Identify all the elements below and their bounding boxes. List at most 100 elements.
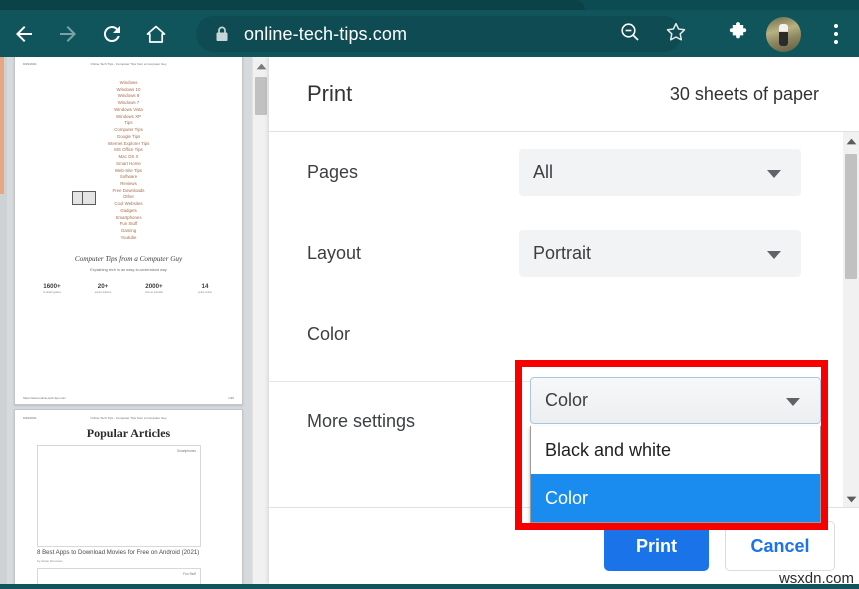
extensions-button[interactable]	[720, 16, 756, 52]
address-bar-url: online-tech-tips.com	[244, 24, 407, 45]
stat-number: 20+	[78, 283, 128, 290]
preview-scrollbar-thumb[interactable]	[255, 77, 267, 115]
list-item: Other	[15, 194, 242, 201]
list-item: Windows 7	[15, 100, 242, 107]
page-title: Print	[307, 81, 352, 107]
list-item: Windows	[15, 80, 242, 87]
setting-row-layout: Layout Portrait	[269, 213, 821, 294]
stat-label: in-depth guides	[27, 291, 77, 294]
preview-subtitle: Explaining tech in an easy-to-understand…	[15, 268, 242, 272]
list-item: Windows Vista	[15, 107, 242, 114]
browser-tab-active[interactable]	[0, 0, 585, 10]
scroll-up-arrow-icon	[846, 132, 857, 150]
list-item: Google Tips	[15, 134, 242, 141]
list-item: Windows 8	[15, 93, 242, 100]
stat-item: 2000+ how-to tutorials	[129, 283, 179, 294]
scroll-down-arrow-icon	[846, 490, 857, 508]
home-icon	[144, 22, 168, 46]
list-item: Reviews	[15, 181, 242, 188]
stat-item: 20+ expert authors	[78, 283, 128, 294]
browser-menu-button[interactable]	[818, 16, 854, 52]
chevron-down-icon	[767, 251, 781, 259]
preview-scroll-up-button[interactable]	[253, 57, 269, 74]
forward-button[interactable]	[48, 14, 88, 54]
color-select-value: Color	[545, 390, 588, 411]
dialog-scroll-down-button[interactable]	[843, 490, 859, 507]
list-item: Tips	[15, 120, 242, 127]
list-item: Windows 10	[15, 87, 242, 94]
setting-control-pages: All	[519, 149, 821, 196]
print-button[interactable]: Print	[604, 521, 709, 571]
reload-icon	[100, 22, 124, 46]
browser-chrome: online-tech-tips.com	[0, 0, 859, 57]
preview-page-1: 8/29/2021 Online Tech Tips - Computer Ti…	[14, 57, 243, 405]
chevron-down-icon	[767, 170, 781, 178]
layout-select-value: Portrait	[533, 243, 591, 264]
pages-select-value: All	[533, 162, 553, 183]
setting-row-pages: Pages All	[269, 132, 821, 213]
print-dialog-header: Print 30 sheets of paper	[269, 57, 859, 132]
preview-page-number: 1/30	[228, 396, 234, 400]
list-item: Windows XP	[15, 114, 242, 121]
stat-number: 1600+	[27, 283, 77, 290]
list-item: Internet Explorer Tips	[15, 141, 242, 148]
avatar[interactable]	[766, 17, 801, 52]
sheets-of-paper-count: 30 sheets of paper	[670, 84, 819, 105]
reload-button[interactable]	[92, 14, 132, 54]
setting-control-layout: Portrait	[519, 230, 821, 277]
preview-article-card: Fun Stuff	[37, 568, 201, 584]
preview-page-header-title: Online Tech Tips - Computer Tips from a …	[90, 62, 166, 66]
article-category: Smartphones	[177, 449, 196, 453]
back-button[interactable]	[4, 14, 44, 54]
list-item: Smart Home	[15, 161, 242, 168]
list-item: Mac OS X	[15, 154, 242, 161]
color-option-black-and-white[interactable]: Black and white	[531, 426, 820, 474]
scroll-up-arrow-icon	[256, 57, 267, 75]
browser-toolbar: online-tech-tips.com	[0, 10, 859, 57]
page-content-area: 8/29/2021 Online Tech Tips - Computer Ti…	[0, 57, 859, 584]
puzzle-piece-icon	[726, 20, 750, 49]
pages-select[interactable]: All	[519, 149, 801, 196]
address-bar[interactable]: online-tech-tips.com	[196, 16, 682, 52]
color-dropdown: Color Black and white Color	[530, 377, 821, 424]
color-option-color[interactable]: Color	[531, 474, 820, 522]
stat-label: years online	[180, 291, 230, 294]
list-item: Free Downloads	[15, 188, 242, 195]
avatar-image	[779, 24, 788, 46]
cancel-button[interactable]: Cancel	[725, 521, 835, 571]
star-icon	[664, 20, 688, 49]
preview-scrollbar[interactable]	[252, 57, 269, 584]
list-item: Gadgets	[15, 208, 242, 215]
zoom-out-icon	[618, 20, 642, 49]
preview-footer-url: https://www.online-tech-tips.com	[23, 396, 66, 400]
zoom-out-button[interactable]	[612, 16, 648, 52]
setting-label-layout: Layout	[269, 243, 519, 264]
bookmark-button[interactable]	[658, 16, 694, 52]
color-select[interactable]: Color	[530, 377, 821, 424]
layout-select[interactable]: Portrait	[519, 230, 801, 277]
preview-page-header-date: 8/29/2021	[23, 62, 37, 66]
arrow-left-icon	[12, 22, 36, 46]
window-bottom-bar	[0, 584, 859, 589]
article-category: Fun Stuff	[183, 572, 196, 576]
dialog-scroll-up-button[interactable]	[843, 132, 859, 149]
print-dialog-scrollbar[interactable]	[843, 132, 859, 507]
preview-nav-list: Windows Windows 10 Windows 8 Windows 7 W…	[15, 80, 242, 242]
setting-row-color: Color	[269, 294, 821, 375]
preview-article-title: 8 Best Apps to Download Movies for Free …	[37, 549, 199, 556]
preview-page-header-date: 8/29/2021	[23, 416, 37, 420]
dialog-scrollbar-thumb[interactable]	[845, 154, 857, 279]
preview-page-header-title: Online Tech Tips - Computer Tips from a …	[90, 416, 166, 420]
setting-label-pages: Pages	[269, 162, 519, 183]
chevron-down-icon	[786, 398, 800, 406]
list-item: Software	[15, 174, 242, 181]
setting-label-color: Color	[269, 324, 519, 345]
watermark: wsxdn.com	[779, 570, 854, 587]
preview-page-2: 8/29/2021 Online Tech Tips - Computer Ti…	[14, 409, 243, 584]
stat-item: 1600+ in-depth guides	[27, 283, 77, 294]
home-button[interactable]	[136, 14, 176, 54]
list-item: Smartphones	[15, 215, 242, 222]
tab-strip	[0, 0, 859, 10]
list-item: Cool Websites	[15, 201, 242, 208]
arrow-right-icon	[56, 22, 80, 46]
